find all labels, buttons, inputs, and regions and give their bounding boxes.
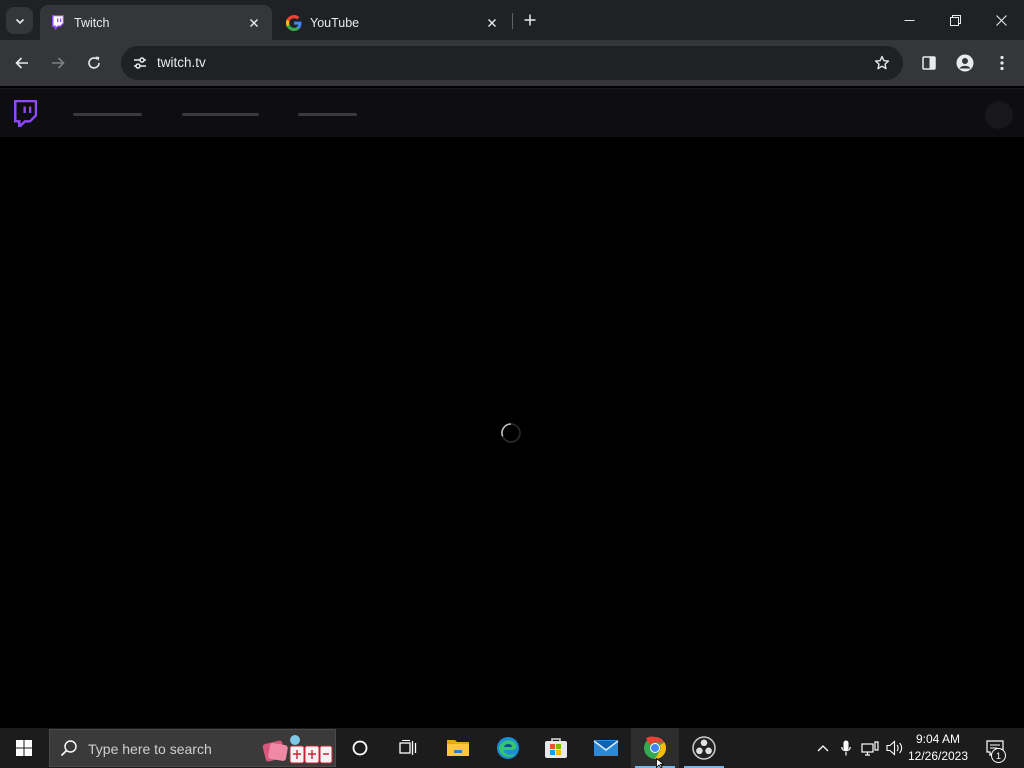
mail-button[interactable] bbox=[582, 728, 630, 768]
twitch-logo-icon[interactable] bbox=[12, 100, 38, 128]
store-button[interactable] bbox=[532, 728, 580, 768]
chrome-button[interactable] bbox=[631, 728, 679, 768]
menu-button[interactable] bbox=[986, 47, 1018, 79]
address-bar[interactable]: twitch.tv bbox=[121, 46, 903, 80]
forward-icon bbox=[52, 57, 65, 69]
close-window-button[interactable] bbox=[978, 0, 1024, 40]
store-icon bbox=[545, 738, 567, 758]
mail-icon bbox=[593, 740, 619, 756]
edge-button[interactable] bbox=[484, 728, 532, 768]
folder-icon bbox=[447, 740, 469, 756]
close-tab-icon[interactable] bbox=[484, 15, 500, 31]
twitch-favicon-icon bbox=[50, 15, 66, 31]
reload-icon bbox=[88, 56, 100, 69]
forward-button[interactable] bbox=[42, 47, 74, 79]
reload-button[interactable] bbox=[78, 47, 110, 79]
side-panel-button[interactable] bbox=[913, 47, 945, 79]
chevron-up-icon bbox=[817, 745, 829, 752]
nav-placeholder-1 bbox=[73, 113, 142, 116]
loading-spinner-icon bbox=[501, 423, 521, 443]
chrome-icon bbox=[644, 736, 666, 759]
chevron-down-icon bbox=[15, 18, 24, 24]
tab-title: YouTube bbox=[310, 15, 360, 30]
obs-button[interactable] bbox=[680, 728, 728, 768]
url-text: twitch.tv bbox=[157, 55, 206, 70]
back-button[interactable] bbox=[6, 47, 38, 79]
google-favicon-icon bbox=[286, 14, 302, 31]
network-icon bbox=[861, 741, 879, 756]
windows-logo-icon bbox=[16, 740, 32, 756]
cortana-icon bbox=[352, 740, 368, 756]
side-panel-icon bbox=[922, 56, 936, 70]
restore-icon bbox=[949, 14, 961, 26]
avatar-placeholder bbox=[985, 101, 1013, 129]
menu-icon bbox=[1000, 55, 1004, 71]
tab-twitch[interactable]: Twitch bbox=[40, 5, 272, 40]
web-page bbox=[0, 86, 1024, 728]
windows-taskbar: Type here to search 9:04 AM 12/26/2023 1 bbox=[0, 728, 1024, 768]
search-icon bbox=[60, 740, 77, 757]
start-button[interactable] bbox=[0, 728, 48, 768]
close-tab-icon[interactable] bbox=[246, 15, 262, 31]
obs-icon bbox=[692, 736, 716, 760]
show-hidden-icons-button[interactable] bbox=[812, 728, 834, 768]
close-icon bbox=[995, 14, 1007, 26]
task-view-button[interactable] bbox=[384, 728, 432, 768]
plus-icon bbox=[524, 14, 536, 26]
twitch-top-nav bbox=[0, 88, 1024, 137]
mouse-cursor-icon bbox=[656, 758, 665, 768]
bookmark-star-icon[interactable] bbox=[869, 50, 895, 76]
minimize-button[interactable] bbox=[886, 0, 932, 40]
browser-toolbar: twitch.tv bbox=[0, 40, 1024, 86]
tab-youtube[interactable]: YouTube bbox=[276, 5, 510, 40]
nav-placeholder-3 bbox=[298, 113, 357, 116]
taskbar-clock[interactable]: 9:04 AM 12/26/2023 bbox=[906, 731, 970, 765]
microphone-icon bbox=[841, 740, 851, 756]
restore-button[interactable] bbox=[932, 0, 978, 40]
tab-search-button[interactable] bbox=[6, 7, 33, 34]
search-placeholder: Type here to search bbox=[88, 741, 212, 757]
nav-placeholder-2 bbox=[182, 113, 259, 116]
search-highlight-art-icon bbox=[262, 735, 333, 764]
profile-icon bbox=[956, 54, 974, 72]
volume-icon bbox=[886, 740, 903, 756]
tab-title: Twitch bbox=[74, 15, 110, 30]
new-tab-button[interactable] bbox=[518, 8, 542, 32]
profile-button[interactable] bbox=[949, 47, 981, 79]
tab-strip: Twitch YouTube bbox=[0, 0, 1024, 40]
tune-icon[interactable] bbox=[127, 50, 153, 76]
cortana-button[interactable] bbox=[336, 728, 384, 768]
notification-count-badge: 1 bbox=[991, 748, 1006, 763]
back-icon bbox=[15, 57, 28, 69]
microphone-button[interactable] bbox=[836, 728, 856, 768]
clock-date: 12/26/2023 bbox=[907, 749, 969, 763]
edge-icon bbox=[497, 737, 519, 759]
clock-time: 9:04 AM bbox=[915, 732, 961, 746]
minimize-icon bbox=[904, 19, 914, 21]
volume-button[interactable] bbox=[884, 728, 906, 768]
taskbar-search-box[interactable]: Type here to search bbox=[49, 729, 336, 767]
task-view-icon bbox=[399, 740, 417, 755]
network-button[interactable] bbox=[858, 728, 882, 768]
file-explorer-button[interactable] bbox=[434, 728, 482, 768]
tab-separator bbox=[512, 13, 513, 29]
